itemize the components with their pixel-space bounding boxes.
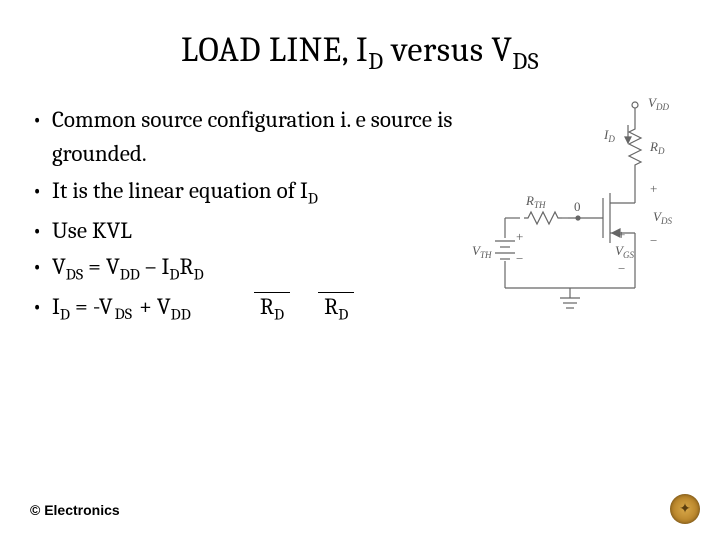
circuit-diagram: VDD ID RD RTH VTH VGS VDS 0 + − + − + −: [470, 93, 690, 323]
svg-text:VDD: VDD: [648, 95, 669, 112]
svg-text:−: −: [650, 233, 657, 248]
title-sub1: D: [368, 48, 383, 75]
svg-text:ID: ID: [603, 127, 615, 144]
eq-sub: D: [169, 267, 179, 285]
bullet-text: Use KVL: [52, 217, 132, 244]
slide-title: LOAD LINE, ID versus VDS: [30, 30, 690, 75]
title-pre: LOAD LINE, I: [181, 30, 368, 70]
bullet-item: It is the linear equation of ID: [30, 174, 460, 212]
bullet-sub: D: [308, 190, 318, 208]
eq-sub: DS: [113, 303, 134, 327]
circuit-svg: VDD ID RD RTH VTH VGS VDS 0 + − + − + −: [470, 93, 690, 323]
eq-sub: D: [60, 306, 70, 324]
content-row: Common source configuration i. e source …: [30, 103, 690, 330]
svg-text:VDS: VDS: [653, 209, 672, 226]
svg-text:VGS: VGS: [615, 243, 634, 260]
eq-sub: DD: [171, 306, 191, 324]
footer-copyright: © Electronics: [30, 502, 120, 518]
denom-seg: RD: [254, 292, 290, 320]
fraction-denominator: RD RD: [254, 290, 354, 328]
title-sub2: DS: [512, 48, 539, 75]
eq-seg: I: [52, 293, 60, 320]
bullet-item: ID = -VDS + VDD RD RD: [30, 290, 460, 328]
eq-seg: – I: [140, 253, 170, 280]
svg-text:RTH: RTH: [525, 193, 546, 210]
svg-text:+: +: [650, 181, 657, 196]
svg-text:−: −: [618, 261, 625, 276]
svg-text:VTH: VTH: [472, 243, 492, 260]
bullet-item: VDS = VDD – IDRD: [30, 250, 460, 288]
svg-text:RD: RD: [649, 139, 665, 156]
svg-text:0: 0: [574, 199, 581, 214]
denom-seg: RD: [318, 292, 354, 320]
eq-seg: = -V: [70, 293, 113, 320]
eq-seg: = V: [83, 253, 120, 280]
bullet-text: Common source configuration i. e source …: [52, 106, 452, 168]
title-mid: versus V: [384, 30, 513, 70]
bullet-item: Use KVL: [30, 214, 460, 249]
svg-text:+: +: [618, 227, 625, 242]
eq-sub: DS: [66, 267, 83, 285]
eq-seg: R: [179, 253, 193, 280]
svg-text:+: +: [516, 229, 523, 244]
eq-seg: + V: [134, 293, 171, 320]
bullet-text: It is the linear equation of I: [52, 177, 308, 204]
emblem-icon: [670, 494, 700, 524]
eq-sub: D: [194, 267, 204, 285]
bullet-item: Common source configuration i. e source …: [30, 103, 460, 172]
svg-text:−: −: [516, 251, 523, 266]
eq-seg: V: [52, 253, 66, 280]
eq-sub: DD: [120, 267, 140, 285]
slide: LOAD LINE, ID versus VDS Common source c…: [0, 0, 720, 540]
bullet-list: Common source configuration i. e source …: [30, 103, 460, 330]
